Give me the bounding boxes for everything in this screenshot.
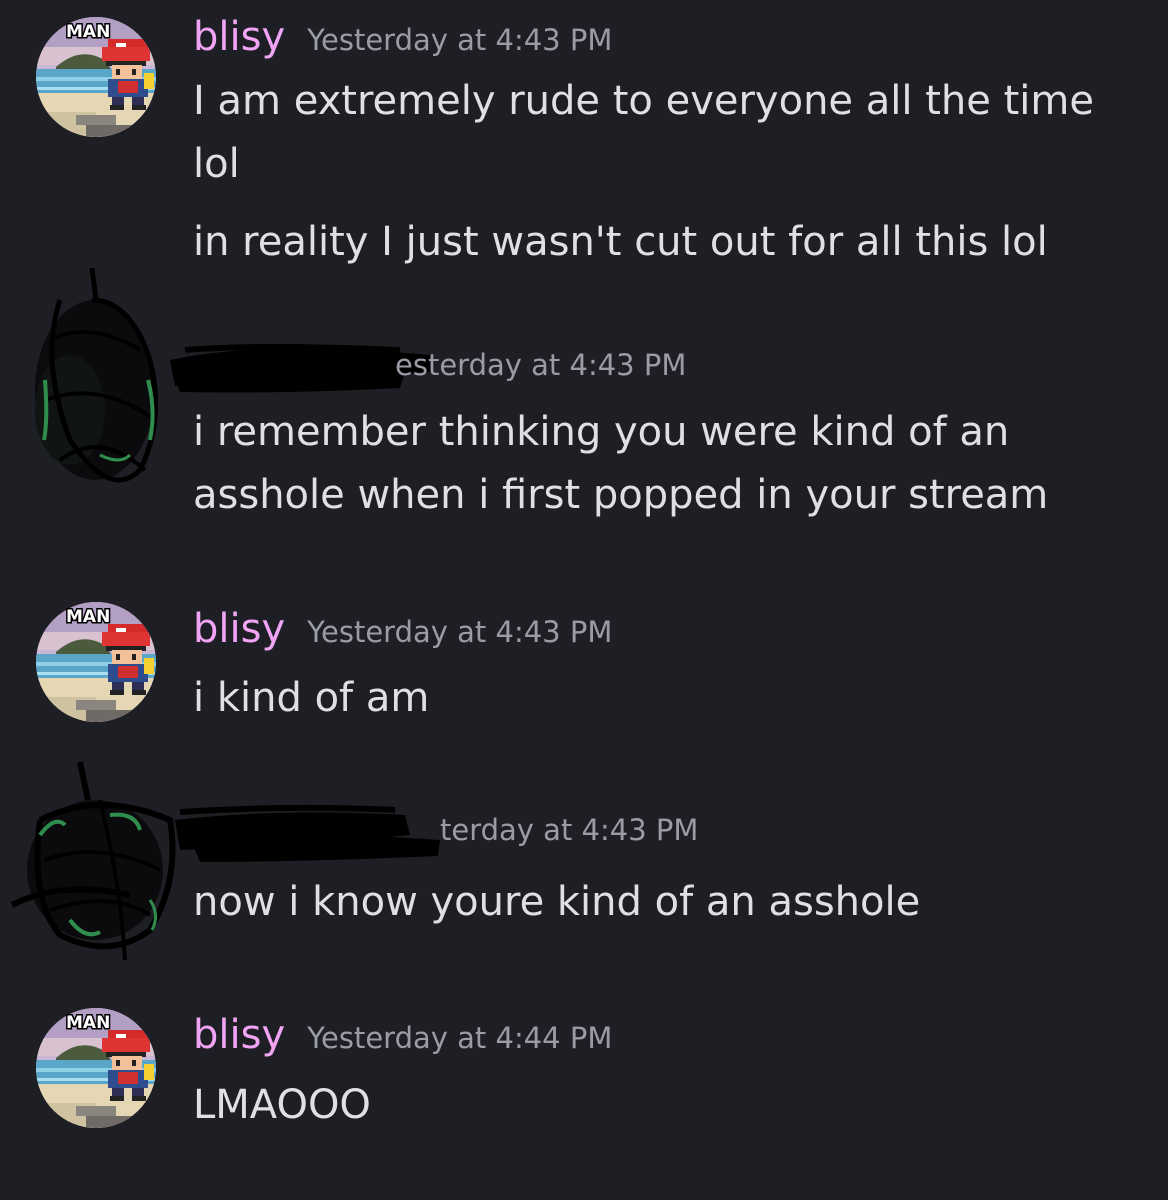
message-text: LMAOOO — [193, 1082, 371, 1128]
message-text: now i know youre kind of an asshole — [193, 879, 921, 925]
timestamp: terday at 4:43 PM — [440, 813, 699, 847]
avatar-tag: MAN — [64, 1012, 111, 1035]
username[interactable]: blisy — [193, 1012, 285, 1058]
timestamp: Yesterday at 4:44 PM — [307, 1021, 613, 1055]
message-header: terday at 4:43 PM — [440, 813, 698, 861]
message-header: blisy Yesterday at 4:44 PM — [193, 1012, 612, 1060]
